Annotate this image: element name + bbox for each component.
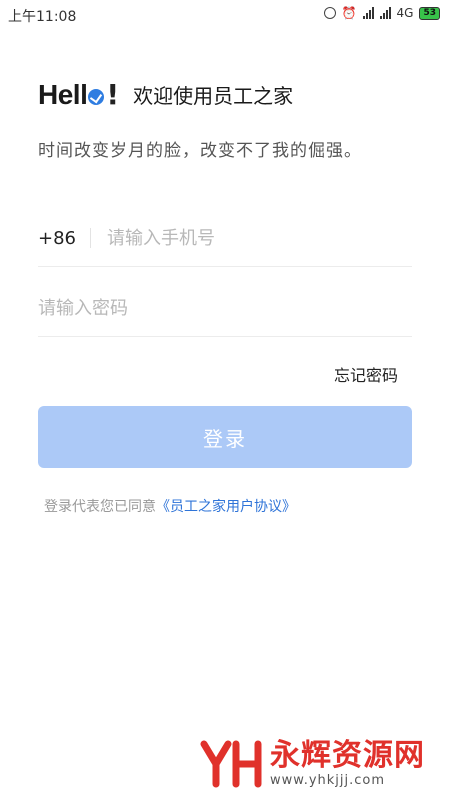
hello-text: Hell <box>38 78 88 110</box>
alarm-icon: ⏰ <box>341 6 357 20</box>
signal-icon-2 <box>379 7 391 19</box>
status-icons: ⏰ 4G 53 <box>323 6 440 20</box>
hello-exclamation: ! <box>106 78 120 111</box>
phone-input[interactable] <box>107 227 412 249</box>
divider <box>90 228 91 248</box>
hotspot-icon <box>323 7 336 19</box>
agreement-text: 登录代表您已同意《员工之家用户协议》 <box>44 496 296 516</box>
password-field-row <box>38 280 412 337</box>
hello-heading: Hell ! 欢迎使用员工之家 <box>38 78 293 111</box>
forgot-password-link[interactable]: 忘记密码 <box>334 362 398 386</box>
welcome-title: 欢迎使用员工之家 <box>133 84 294 108</box>
phone-field-row: +86 <box>38 210 412 267</box>
agreement-prefix: 登录代表您已同意 <box>44 499 156 515</box>
network-type: 4G <box>396 6 414 20</box>
watermark: 永辉资源网 www.yhkjjj.com <box>200 738 425 788</box>
hello-logo: Hell <box>38 78 105 111</box>
country-code[interactable]: +86 <box>38 228 76 249</box>
watermark-title: 永辉资源网 <box>270 737 425 773</box>
user-agreement-link[interactable]: 《员工之家用户协议》 <box>156 499 296 515</box>
signal-icon <box>362 7 374 19</box>
status-time: 上午11:08 <box>8 9 77 25</box>
hello-badge-icon <box>88 88 105 105</box>
password-input[interactable] <box>38 297 412 319</box>
watermark-url: www.yhkjjj.com <box>270 772 386 788</box>
watermark-text: 永辉资源网 www.yhkjjj.com <box>270 737 425 788</box>
battery-icon: 53 <box>419 6 440 20</box>
subtitle: 时间改变岁月的脸，改变不了我的倔强。 <box>38 141 362 161</box>
watermark-logo-icon <box>200 740 262 788</box>
status-bar: 上午11:08 ⏰ 4G 53 <box>0 0 450 30</box>
login-button[interactable]: 登录 <box>38 406 412 468</box>
